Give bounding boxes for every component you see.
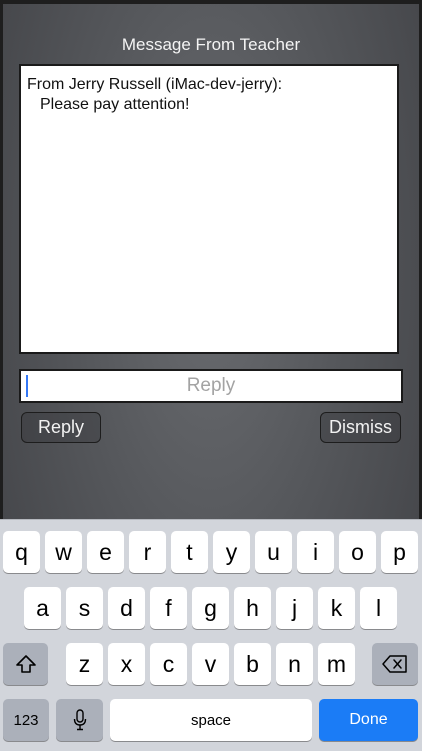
- message-body: Please pay attention!: [40, 96, 190, 113]
- key-h[interactable]: h: [234, 587, 271, 629]
- key-z[interactable]: z: [66, 643, 103, 685]
- text-caret: [26, 375, 28, 397]
- onscreen-keyboard: q w e r t y u i o p a s d f g h j k l z …: [0, 519, 422, 751]
- dialog-title: Message From Teacher: [121, 35, 301, 54]
- backspace-icon: [382, 655, 407, 673]
- key-x[interactable]: x: [108, 643, 145, 685]
- key-o[interactable]: o: [339, 531, 376, 573]
- shift-key[interactable]: [3, 643, 48, 685]
- key-i[interactable]: i: [297, 531, 334, 573]
- key-f[interactable]: f: [150, 587, 187, 629]
- reply-button[interactable]: Reply: [21, 412, 101, 443]
- key-k[interactable]: k: [318, 587, 355, 629]
- key-n[interactable]: n: [276, 643, 313, 685]
- microphone-icon: [73, 709, 86, 731]
- key-j[interactable]: j: [276, 587, 313, 629]
- key-m[interactable]: m: [318, 643, 355, 685]
- left-bezel: [0, 0, 3, 520]
- space-key[interactable]: space: [110, 699, 312, 741]
- numbers-key[interactable]: 123: [3, 699, 49, 741]
- message-box: From Jerry Russell (iMac-dev-jerry): Ple…: [19, 64, 399, 354]
- key-g[interactable]: g: [192, 587, 229, 629]
- key-r[interactable]: r: [129, 531, 166, 573]
- dictation-key[interactable]: [56, 699, 103, 741]
- key-e[interactable]: e: [87, 531, 124, 573]
- top-bezel: [0, 0, 422, 4]
- key-t[interactable]: t: [171, 531, 208, 573]
- key-a[interactable]: a: [24, 587, 61, 629]
- key-p[interactable]: p: [381, 531, 418, 573]
- reply-input[interactable]: [19, 369, 403, 403]
- shift-icon: [15, 655, 36, 673]
- key-w[interactable]: w: [45, 531, 82, 573]
- key-v[interactable]: v: [192, 643, 229, 685]
- dismiss-button[interactable]: Dismiss: [320, 412, 401, 443]
- delete-key[interactable]: [372, 643, 418, 685]
- key-u[interactable]: u: [255, 531, 292, 573]
- key-l[interactable]: l: [360, 587, 397, 629]
- key-d[interactable]: d: [108, 587, 145, 629]
- key-y[interactable]: y: [213, 531, 250, 573]
- key-s[interactable]: s: [66, 587, 103, 629]
- key-q[interactable]: q: [3, 531, 40, 573]
- key-b[interactable]: b: [234, 643, 271, 685]
- message-sender-line: From Jerry Russell (iMac-dev-jerry):: [27, 76, 283, 93]
- done-key[interactable]: Done: [319, 699, 418, 741]
- key-c[interactable]: c: [150, 643, 187, 685]
